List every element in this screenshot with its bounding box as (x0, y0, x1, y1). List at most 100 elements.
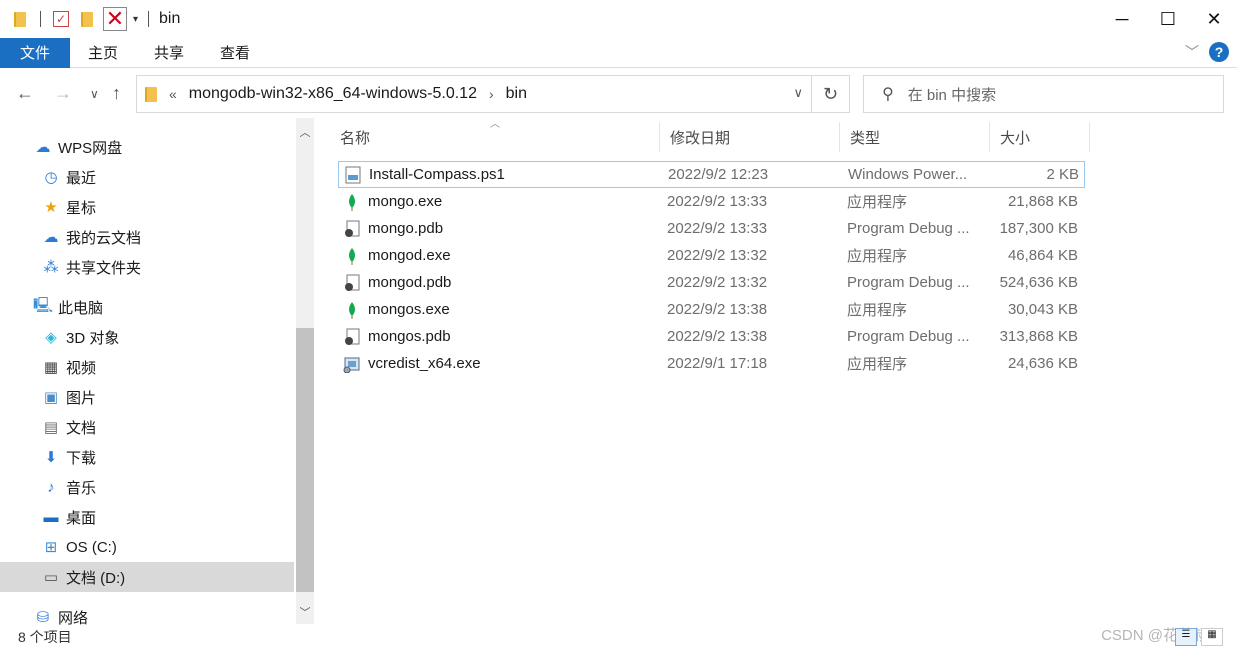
file-size: 313,868 KB (999, 328, 1078, 345)
tab-view[interactable]: 查看 (202, 38, 268, 68)
sidebar-item-starred[interactable]: ★ 星标 (0, 192, 294, 222)
new-folder-icon[interactable] (77, 9, 97, 29)
sidebar-item-pictures[interactable]: ▣ 图片 (0, 382, 294, 412)
pdb-icon (342, 273, 362, 293)
file-row[interactable]: mongos.pdb 2022/9/2 13:38 Program Debug … (338, 323, 1085, 350)
column-header-size[interactable]: 大小 (990, 122, 1090, 152)
tab-share[interactable]: 共享 (136, 38, 202, 68)
refresh-button[interactable]: ↻ (811, 76, 849, 112)
breadcrumb-segment[interactable]: bin (506, 85, 527, 103)
sidebar-item-music[interactable]: ♪ 音乐 (0, 472, 294, 502)
star-icon: ★ (44, 199, 58, 216)
file-type: 应用程序 (847, 248, 908, 265)
drive-icon: ⊞ (44, 539, 58, 556)
file-size: 187,300 KB (999, 220, 1078, 237)
sidebar-item-drive-d[interactable]: ▭ 文档 (D:) (0, 562, 294, 592)
file-date: 2022/9/2 13:32 (667, 247, 768, 264)
tab-home[interactable]: 主页 (70, 38, 136, 68)
details-view-icon[interactable]: ☰ (1175, 628, 1197, 646)
file-size: 30,043 KB (1007, 301, 1078, 318)
pdb-icon (342, 327, 362, 347)
maximize-button[interactable]: ☐ (1145, 0, 1191, 38)
recent-locations-chevron-icon[interactable]: ∨ (90, 87, 99, 101)
file-type: 应用程序 (847, 356, 908, 373)
delete-icon[interactable]: ✕ (103, 7, 127, 31)
navigation-pane: ☁ WPS网盘 ◷ 最近 ★ 星标 ☁ 我的云文档 ⁂ 共享文件夹 🖳 此电脑 … (0, 118, 296, 627)
installer-icon (342, 354, 362, 374)
file-type: Program Debug ... (847, 220, 970, 237)
sidebar-item-label: 网络 (58, 609, 89, 627)
quick-access-toolbar: ✓ ✕ ▾ (0, 7, 153, 31)
navigation-bar: ← → ∨ ↑ « mongodb-win32-x86_64-windows-5… (0, 75, 1237, 115)
file-row[interactable]: mongod.pdb 2022/9/2 13:32 Program Debug … (338, 269, 1085, 296)
forward-arrow-icon[interactable]: → (54, 83, 72, 104)
chevron-down-icon[interactable]: ∨ (793, 85, 803, 101)
search-icon: ⚲ (882, 86, 894, 103)
sidebar-item-desktop[interactable]: ▬ 桌面 (0, 502, 294, 532)
file-row[interactable]: mongos.exe 2022/9/2 13:38 应用程序 30,043 KB (338, 296, 1085, 323)
overflow-chevron-icon[interactable]: « (169, 86, 177, 102)
tab-file[interactable]: 文件 (0, 37, 70, 68)
sidebar-item-3d-objects[interactable]: ◈ 3D 对象 (0, 322, 294, 352)
file-name: mongod.pdb (368, 274, 452, 291)
column-header-name[interactable]: 名称 (330, 122, 660, 152)
cloud-icon: ☁ (35, 139, 51, 156)
file-row[interactable]: vcredist_x64.exe 2022/9/1 17:18 应用程序 24,… (338, 350, 1085, 377)
sidebar-item-videos[interactable]: ▦ 视频 (0, 352, 294, 382)
back-arrow-icon[interactable]: ← (16, 83, 34, 104)
close-button[interactable]: ✕ (1191, 0, 1237, 38)
expand-ribbon-icon[interactable]: ﹀ (1185, 42, 1199, 62)
sidebar-item-drive-c[interactable]: ⊞ OS (C:) (0, 532, 294, 562)
scroll-up-icon[interactable]: ︿ (296, 124, 314, 140)
file-date: 2022/9/1 17:18 (667, 355, 768, 372)
sidebar-item-wps-cloud[interactable]: ☁ WPS网盘 (0, 132, 294, 162)
folder-icon (10, 9, 30, 29)
file-date: 2022/9/2 13:38 (667, 301, 768, 318)
title-bar: ✓ ✕ ▾ bin ─ ☐ ✕ (0, 0, 1237, 38)
minimize-button[interactable]: ─ (1099, 0, 1145, 38)
scroll-down-icon[interactable]: ﹀ (296, 604, 314, 620)
sidebar-item-label: 此电脑 (58, 299, 104, 317)
file-date: 2022/9/2 13:33 (667, 193, 768, 210)
help-icon[interactable]: ? (1209, 42, 1229, 62)
file-type: 应用程序 (847, 194, 908, 211)
sidebar-scrollbar-thumb[interactable] (296, 328, 314, 592)
sidebar-item-documents[interactable]: ▤ 文档 (0, 412, 294, 442)
file-row[interactable]: mongod.exe 2022/9/2 13:32 应用程序 46,864 KB (338, 242, 1085, 269)
search-placeholder: 在 bin 中搜索 (907, 86, 997, 104)
column-header-date[interactable]: 修改日期 (660, 122, 840, 152)
sidebar-item-shared-folder[interactable]: ⁂ 共享文件夹 (0, 252, 294, 282)
sidebar-item-recent[interactable]: ◷ 最近 (0, 162, 294, 192)
large-icons-view-icon[interactable]: ▦ (1201, 628, 1223, 646)
file-row[interactable]: mongo.pdb 2022/9/2 13:33 Program Debug .… (338, 215, 1085, 242)
column-header-type[interactable]: 类型 (840, 122, 990, 152)
properties-check-icon[interactable]: ✓ (51, 9, 71, 29)
sidebar-item-label: 音乐 (66, 479, 97, 497)
cloud-doc-icon: ☁ (43, 229, 59, 246)
sidebar-item-downloads[interactable]: ⬇ 下载 (0, 442, 294, 472)
breadcrumb-separator-icon[interactable]: › (489, 86, 494, 102)
customize-dropdown-icon[interactable]: ▾ (133, 14, 138, 25)
ribbon: 文件 主页 共享 查看 ﹀ ? (0, 37, 1237, 68)
file-name: Install-Compass.ps1 (369, 166, 505, 183)
sidebar-item-label: 文档 (66, 419, 97, 437)
address-bar[interactable]: « mongodb-win32-x86_64-windows-5.0.12 › … (136, 75, 850, 113)
mongo-leaf-icon (342, 192, 362, 212)
status-item-count: 8 个项目 (18, 629, 72, 645)
file-type: Program Debug ... (847, 274, 970, 291)
sidebar-item-label: OS (C:) (66, 538, 117, 556)
breadcrumb-segment[interactable]: mongodb-win32-x86_64-windows-5.0.12 (189, 85, 477, 103)
sidebar-item-cloud-docs[interactable]: ☁ 我的云文档 (0, 222, 294, 252)
clock-icon: ◷ (44, 169, 58, 186)
window-controls: ─ ☐ ✕ (1099, 0, 1237, 38)
file-row[interactable]: Install-Compass.ps1 2022/9/2 12:23 Windo… (338, 161, 1085, 188)
download-icon: ⬇ (44, 449, 58, 466)
file-size: 21,868 KB (1007, 193, 1078, 210)
cube-icon: ◈ (45, 329, 57, 346)
file-type: Program Debug ... (847, 328, 970, 345)
file-row[interactable]: mongo.exe 2022/9/2 13:33 应用程序 21,868 KB (338, 188, 1085, 215)
sidebar-item-this-pc[interactable]: 🖳 此电脑 (0, 292, 294, 322)
up-arrow-icon[interactable]: ↑ (112, 83, 121, 104)
search-box[interactable]: ⚲ 在 bin 中搜索 (863, 75, 1224, 113)
file-name: vcredist_x64.exe (368, 355, 481, 372)
